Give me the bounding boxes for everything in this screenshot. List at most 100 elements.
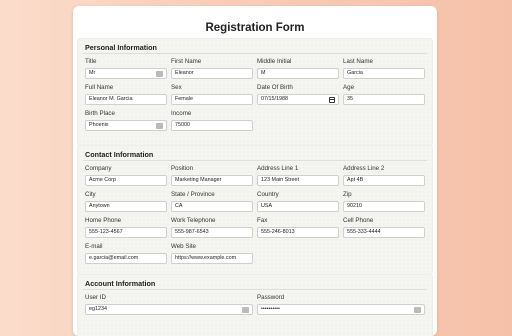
position-label: Position [171, 165, 194, 172]
age-field: Age 35 [343, 84, 425, 105]
zip-input[interactable]: 90210 [343, 201, 425, 212]
password-field: Password •••••••••• [257, 294, 425, 315]
city-label: City [85, 191, 96, 198]
state-province-input[interactable]: CA [171, 201, 253, 212]
email-input[interactable]: e.garcia@email.com [85, 253, 167, 264]
sex-value: Female [175, 96, 193, 102]
work-telephone-field: Work Telephone 555-987-6543 [171, 217, 253, 238]
section-divider [83, 289, 427, 290]
section-divider [83, 53, 427, 54]
date-of-birth-label: Date Of Birth [257, 84, 293, 91]
first-name-field: First Name Eleanor [171, 58, 253, 79]
section-divider [83, 160, 427, 161]
position-field: Position Marketing Manager [171, 165, 253, 186]
city-field: City Anytown [85, 191, 167, 212]
website-value: https://www.example.com [175, 255, 237, 261]
country-field: Country USA [257, 191, 339, 212]
home-phone-input[interactable]: 555-123-4567 [85, 227, 167, 238]
full-name-label: Full Name [85, 84, 114, 91]
first-name-value: Eleanor [175, 70, 194, 76]
city-value: Anytown [89, 203, 110, 209]
income-label: Income [171, 110, 192, 117]
password-input[interactable]: •••••••••• [257, 304, 425, 315]
work-telephone-label: Work Telephone [171, 217, 216, 224]
middle-initial-value: M [261, 70, 266, 76]
birth-place-field: Birth Place Phoenix [85, 110, 167, 131]
zip-value: 90210 [347, 203, 362, 209]
autofill-key-icon[interactable] [156, 122, 163, 129]
personal-information-section: Personal Information Title Mr First Name… [77, 38, 433, 146]
website-input[interactable]: https://www.example.com [171, 253, 253, 264]
position-input[interactable]: Marketing Manager [171, 175, 253, 186]
date-of-birth-field: Date Of Birth 07/15/1988 [257, 84, 339, 105]
home-phone-field: Home Phone 555-123-4567 [85, 217, 167, 238]
address-line-2-value: Apt 4B [347, 177, 364, 183]
form-title: Registration Form [205, 22, 305, 34]
user-id-value: eg1234 [89, 306, 107, 312]
cell-phone-value: 555-333-4444 [347, 229, 381, 235]
zip-label: Zip [343, 191, 352, 198]
company-label: Company [85, 165, 112, 172]
full-name-input[interactable]: Eleanor M. Garcia [85, 94, 167, 105]
fax-input[interactable]: 555-246-8013 [257, 227, 339, 238]
income-input[interactable]: 75000 [171, 120, 253, 131]
autofill-key-icon[interactable] [242, 306, 249, 313]
middle-initial-label: Middle Initial [257, 58, 292, 65]
full-name-field: Full Name Eleanor M. Garcia [85, 84, 167, 105]
title-select[interactable]: Mr [85, 68, 167, 79]
full-name-value: Eleanor M. Garcia [89, 96, 133, 102]
age-value: 35 [347, 96, 353, 102]
autofill-key-icon[interactable] [156, 70, 163, 77]
cell-phone-label: Cell Phone [343, 217, 374, 224]
middle-initial-input[interactable]: M [257, 68, 339, 79]
position-value: Marketing Manager [175, 177, 222, 183]
last-name-label: Last Name [343, 58, 373, 65]
contact-information-heading: Contact Information [85, 150, 154, 159]
email-value: e.garcia@email.com [89, 255, 139, 261]
address-line-2-input[interactable]: Apt 4B [343, 175, 425, 186]
address-line-1-label: Address Line 1 [257, 165, 299, 172]
date-of-birth-input[interactable]: 07/15/1988 [257, 94, 339, 105]
last-name-field: Last Name Garcia [343, 58, 425, 79]
first-name-label: First Name [171, 58, 202, 65]
address-line-1-input[interactable]: 123 Main Street [257, 175, 339, 186]
title-label: Title [85, 58, 97, 65]
registration-form-card: Registration Form Personal Information T… [73, 6, 437, 336]
autofill-key-icon[interactable] [414, 306, 421, 313]
age-label: Age [343, 84, 355, 91]
middle-initial-field: Middle Initial M [257, 58, 339, 79]
birth-place-value: Phoenix [89, 122, 109, 128]
country-value: USA [261, 203, 273, 209]
fax-value: 555-246-8013 [261, 229, 295, 235]
home-phone-value: 555-123-4567 [89, 229, 123, 235]
user-id-field: User ID eg1234 [85, 294, 253, 315]
state-province-label: State / Province [171, 191, 215, 198]
income-field: Income 75000 [171, 110, 253, 131]
sex-label: Sex [171, 84, 182, 91]
country-input[interactable]: USA [257, 201, 339, 212]
website-field: Web Site https://www.example.com [171, 243, 253, 264]
country-label: Country [257, 191, 279, 198]
cell-phone-input[interactable]: 555-333-4444 [343, 227, 425, 238]
fax-field: Fax 555-246-8013 [257, 217, 339, 238]
sex-input[interactable]: Female [171, 94, 253, 105]
contact-information-section: Contact Information Company Acme Corp Po… [77, 145, 433, 275]
last-name-input[interactable]: Garcia [343, 68, 425, 79]
work-telephone-input[interactable]: 555-987-6543 [171, 227, 253, 238]
birth-place-label: Birth Place [85, 110, 115, 117]
company-input[interactable]: Acme Corp [85, 175, 167, 186]
calendar-icon[interactable] [329, 96, 335, 103]
age-input[interactable]: 35 [343, 94, 425, 105]
birth-place-input[interactable]: Phoenix [85, 120, 167, 131]
email-label: E-mail [85, 243, 103, 250]
address-line-2-label: Address Line 2 [343, 165, 385, 172]
address-line-1-value: 123 Main Street [261, 177, 300, 183]
first-name-input[interactable]: Eleanor [171, 68, 253, 79]
date-of-birth-value: 07/15/1988 [261, 96, 288, 102]
last-name-value: Garcia [347, 70, 363, 76]
home-phone-label: Home Phone [85, 217, 122, 224]
website-label: Web Site [171, 243, 196, 250]
state-province-field: State / Province CA [171, 191, 253, 212]
city-input[interactable]: Anytown [85, 201, 167, 212]
user-id-input[interactable]: eg1234 [85, 304, 253, 315]
